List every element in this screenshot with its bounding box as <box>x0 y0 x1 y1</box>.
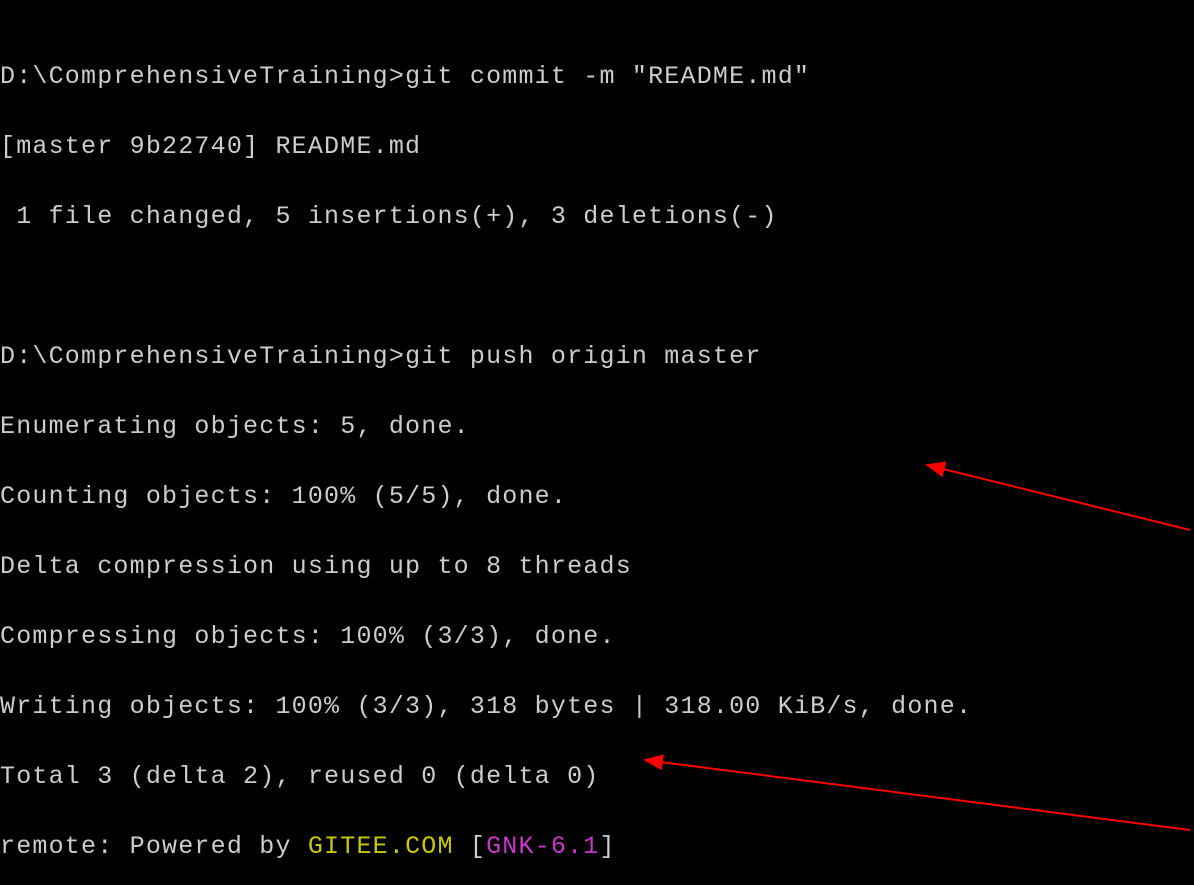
command-text: git push origin master <box>405 342 761 371</box>
terminal-line: Writing objects: 100% (3/3), 318 bytes |… <box>0 689 1194 724</box>
terminal-line: D:\ComprehensiveTraining>git commit -m "… <box>0 59 1194 94</box>
output-text: [ <box>454 832 486 861</box>
output-text: Total 3 (delta 2), reused 0 (delta 0) <box>0 762 600 791</box>
terminal-line: [master 9b22740] README.md <box>0 129 1194 164</box>
output-text: Delta compression using up to 8 threads <box>0 552 632 581</box>
output-text: Counting objects: 100% (5/5), done. <box>0 482 567 511</box>
terminal-window[interactable]: D:\ComprehensiveTraining>git commit -m "… <box>0 0 1194 885</box>
output-text: [master 9b22740] README.md <box>0 132 421 161</box>
terminal-line: Total 3 (delta 2), reused 0 (delta 0) <box>0 759 1194 794</box>
prompt-path: D:\ComprehensiveTraining> <box>0 342 405 371</box>
terminal-line: Enumerating objects: 5, done. <box>0 409 1194 444</box>
output-text: remote: Powered by <box>0 832 308 861</box>
terminal-line: D:\ComprehensiveTraining>git push origin… <box>0 339 1194 374</box>
output-text: ] <box>600 832 616 861</box>
output-text: Enumerating objects: 5, done. <box>0 412 470 441</box>
gitee-label: GITEE.COM <box>308 832 454 861</box>
gnk-label: GNK-6.1 <box>486 832 599 861</box>
terminal-line <box>0 269 1194 304</box>
command-text: git commit -m "README.md" <box>405 62 810 91</box>
terminal-line: Delta compression using up to 8 threads <box>0 549 1194 584</box>
output-text: Compressing objects: 100% (3/3), done. <box>0 622 616 651</box>
output-text: 1 file changed, 5 insertions(+), 3 delet… <box>0 202 778 231</box>
output-text: Writing objects: 100% (3/3), 318 bytes |… <box>0 692 972 721</box>
terminal-line: remote: Powered by GITEE.COM [GNK-6.1] <box>0 829 1194 864</box>
prompt-path: D:\ComprehensiveTraining> <box>0 62 405 91</box>
terminal-line: Compressing objects: 100% (3/3), done. <box>0 619 1194 654</box>
terminal-line: 1 file changed, 5 insertions(+), 3 delet… <box>0 199 1194 234</box>
terminal-line: Counting objects: 100% (5/5), done. <box>0 479 1194 514</box>
